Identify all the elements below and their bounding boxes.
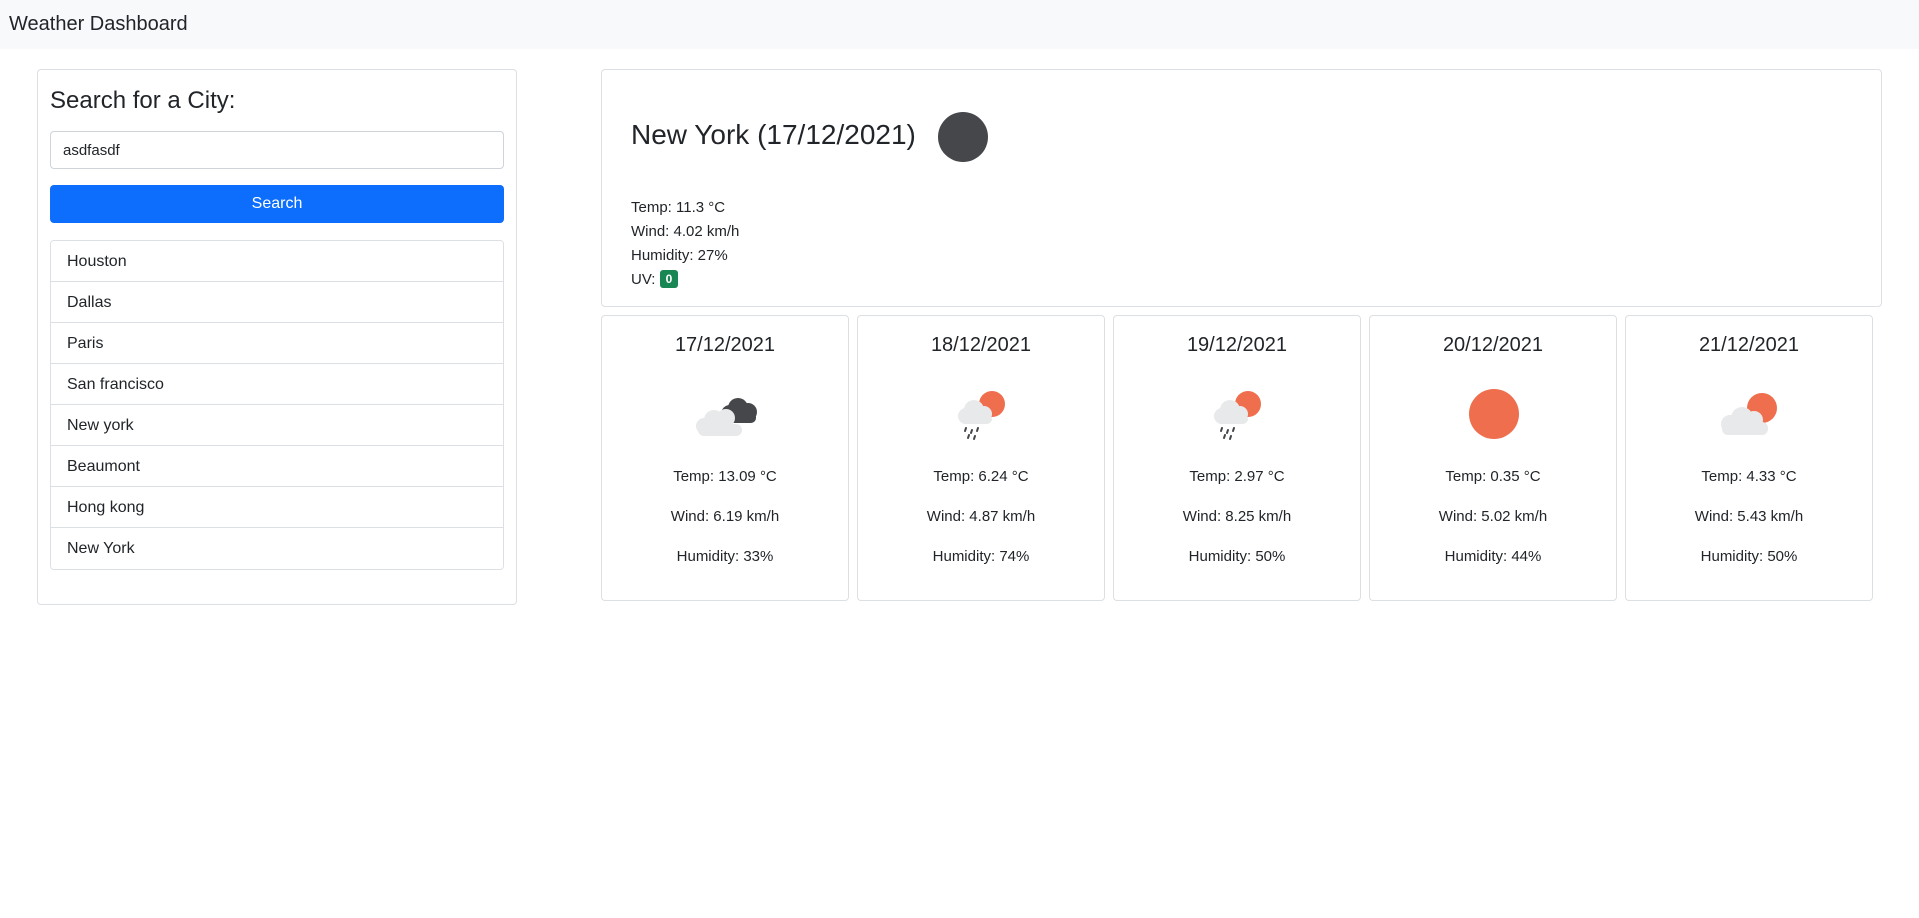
forecast-card-1: 17/12/2021 Temp: 13.09 °C Wind: 6.19 km/… [601,315,849,601]
forecast-wind: Wind: 5.02 km/h [1438,508,1548,525]
history-item-san-francisco[interactable]: San francisco [51,364,503,405]
forecast-wind: Wind: 6.19 km/h [670,508,780,525]
current-uv-row: UV: 0 [631,268,739,292]
clear-sun-icon [1469,389,1519,439]
current-details: Temp: 11.3 °C Wind: 4.02 km/h Humidity: … [631,196,739,292]
forecast-humidity: Humidity: 50% [1700,548,1798,565]
rain-sun-icon [958,391,1005,440]
search-history-list: Houston Dallas Paris San francisco New y… [50,240,504,570]
history-item-beaumont[interactable]: Beaumont [51,446,503,487]
forecast-card-3: 19/12/2021 Temp: 2.97 °C Wind: 8.25 km/h… [1113,315,1361,601]
forecast-card-2: 18/12/2021 Temp: 6.24 °C Wind: 4.87 km/h… [857,315,1105,601]
history-item-dallas[interactable]: Dallas [51,282,503,323]
navbar: Weather Dashboard [0,0,1919,49]
forecast-date: 20/12/2021 [1442,334,1544,356]
history-item-paris[interactable]: Paris [51,323,503,364]
forecast-date: 17/12/2021 [674,334,776,356]
forecast-temp: Temp: 4.33 °C [1701,468,1797,485]
broken-clouds-icon [696,398,757,436]
forecast-wind: Wind: 8.25 km/h [1182,508,1292,525]
current-humidity: Humidity: 27% [631,247,728,264]
search-heading: Search for a City: [50,87,236,114]
forecast-humidity: Humidity: 33% [676,548,774,565]
forecast-wind: Wind: 4.87 km/h [926,508,1036,525]
forecast-temp: Temp: 13.09 °C [673,468,777,485]
history-item-hong-kong[interactable]: Hong kong [51,487,503,528]
cloud-sun-icon [1721,393,1777,435]
moon-dark-icon [938,112,988,162]
forecast-humidity: Humidity: 44% [1444,548,1542,565]
search-button[interactable]: Search [50,185,504,223]
forecast-temp: Temp: 6.24 °C [933,468,1029,485]
forecast-date: 18/12/2021 [930,334,1032,356]
forecast-card-5: 21/12/2021 Temp: 4.33 °C Wind: 5.43 km/h… [1625,315,1873,601]
current-temp: Temp: 11.3 °C [631,199,726,216]
forecast-humidity: Humidity: 74% [932,548,1030,565]
forecast-wind: Wind: 5.43 km/h [1694,508,1804,525]
forecast-date: 19/12/2021 [1186,334,1288,356]
forecast-card-4: 20/12/2021 Temp: 0.35 °C Wind: 5.02 km/h… [1369,315,1617,601]
history-item-new-york-lower[interactable]: New york [51,405,503,446]
forecast-temp: Temp: 0.35 °C [1445,468,1541,485]
app-title[interactable]: Weather Dashboard [9,13,188,36]
current-wind: Wind: 4.02 km/h [631,223,740,240]
uv-label: UV: [631,271,656,288]
current-weather-card: New York (17/12/2021) Temp: 11.3 °C Wind… [601,69,1882,307]
uv-badge: 0 [659,270,679,288]
forecast-date: 21/12/2021 [1698,334,1800,356]
city-search-input[interactable] [50,131,504,169]
forecast-humidity: Humidity: 50% [1188,548,1286,565]
search-panel: Search for a City: Search Houston Dallas… [37,69,517,605]
forecast-temp: Temp: 2.97 °C [1189,468,1285,485]
history-item-houston[interactable]: Houston [51,241,503,282]
rain-sun-icon [1214,391,1261,440]
current-city-title: New York (17/12/2021) [631,119,916,150]
history-item-new-york[interactable]: New York [51,528,503,569]
